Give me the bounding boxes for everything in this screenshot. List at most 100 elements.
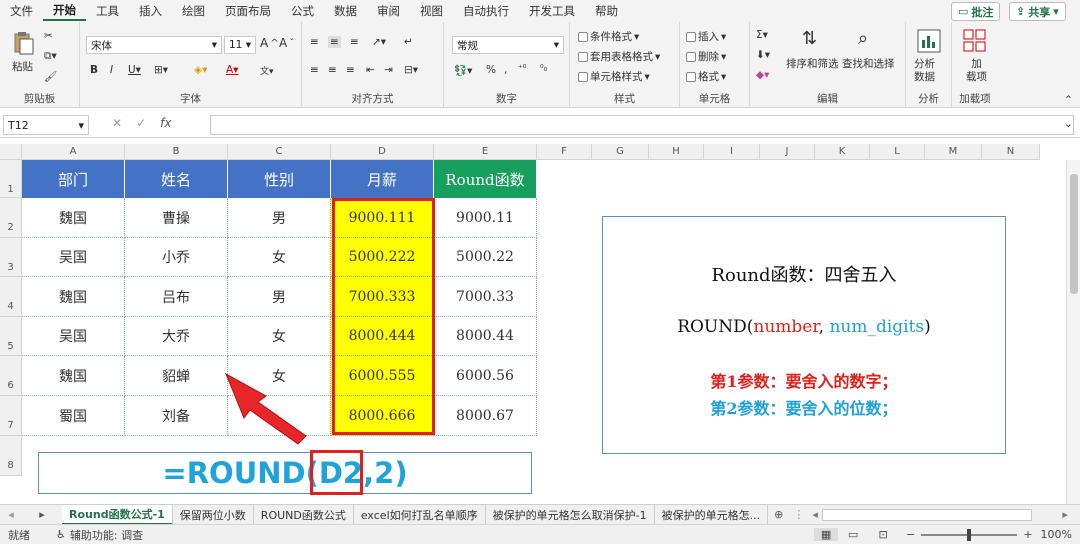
row-header-5[interactable]: 5	[0, 317, 22, 356]
menu-file[interactable]: 文件	[0, 3, 43, 19]
tab-round-formula-1[interactable]: Round函数公式-1	[62, 504, 173, 525]
comment-button[interactable]: ▭ 批注	[951, 2, 1001, 21]
table-cell[interactable]: 吴国	[22, 238, 125, 277]
row-header-8[interactable]: 8	[0, 436, 22, 476]
column-header-a[interactable]: A	[22, 144, 125, 160]
align-right-icon[interactable]: ≡	[346, 64, 355, 76]
table-cell[interactable]: 9000.11	[434, 198, 537, 238]
tab-scroll-left-icon[interactable]: ◂	[0, 508, 22, 521]
table-cell[interactable]: 魏国	[22, 356, 125, 396]
indent-increase-icon[interactable]: ⇥	[384, 64, 393, 76]
table-cell[interactable]: 6000.56	[434, 356, 537, 396]
tab-shuffle-list[interactable]: excel如何打乱名单顺序	[354, 504, 486, 525]
italic-icon[interactable]: I	[110, 64, 113, 76]
find-select-button[interactable]: 查找和选择	[842, 56, 895, 71]
clear-icon[interactable]: ◆▾	[756, 69, 769, 81]
table-cell[interactable]: 5000.22	[434, 238, 537, 277]
insert-function-icon[interactable]: fx	[160, 116, 171, 130]
percent-icon[interactable]: %	[486, 64, 496, 76]
table-cell[interactable]: 魏国	[22, 198, 125, 238]
table-cell[interactable]: 吴国	[22, 317, 125, 356]
format-cells-button[interactable]: 格式 ▾	[686, 69, 726, 84]
table-cell[interactable]: 貂蝉	[125, 356, 228, 396]
underline-icon[interactable]: U▾	[128, 64, 141, 76]
row-header-1[interactable]: 1	[0, 160, 22, 198]
align-bottom-icon[interactable]: ≡	[350, 36, 359, 48]
font-color-icon[interactable]: A▾	[226, 64, 238, 76]
increase-decimal-icon[interactable]: ⁺⁰	[518, 64, 526, 74]
vertical-scrollbar-thumb[interactable]	[1070, 174, 1078, 294]
share-button[interactable]: ⇪ 共享 ▾	[1009, 2, 1066, 21]
menu-data[interactable]: 数据	[324, 3, 367, 19]
menu-view[interactable]: 视图	[410, 3, 453, 19]
table-cell[interactable]: 女	[228, 317, 331, 356]
table-cell[interactable]: 女	[228, 238, 331, 277]
column-header-n[interactable]: N	[982, 144, 1040, 160]
phonetic-icon[interactable]: 文▾	[260, 64, 274, 77]
copy-icon[interactable]: ⧉▾	[44, 50, 57, 63]
align-left-icon[interactable]: ≡	[310, 64, 319, 76]
column-header-d[interactable]: D	[331, 144, 434, 160]
font-shrink-icon[interactable]: Aˇ	[279, 36, 294, 50]
zoom-in-icon[interactable]: +	[1023, 528, 1032, 541]
table-cell[interactable]: 蜀国	[22, 396, 125, 436]
format-as-table-button[interactable]: 套用表格格式 ▾	[578, 49, 660, 64]
column-header-c[interactable]: C	[228, 144, 331, 160]
border-icon[interactable]: ⊞▾	[154, 64, 168, 76]
insert-cells-button[interactable]: 插入 ▾	[686, 29, 726, 44]
autosum-icon[interactable]: Σ▾	[756, 29, 768, 41]
column-header-i[interactable]: I	[704, 144, 760, 160]
table-cell[interactable]: 吕布	[125, 277, 228, 317]
wrap-text-icon[interactable]: ↵	[404, 36, 413, 48]
menu-home[interactable]: 开始	[43, 2, 86, 21]
conditional-format-button[interactable]: 条件格式 ▾	[578, 29, 639, 44]
paste-button[interactable]: 粘贴	[12, 59, 33, 74]
zoom-out-icon[interactable]: −	[906, 528, 915, 541]
align-center-icon[interactable]: ≡	[328, 64, 337, 76]
sort-filter-button[interactable]: 排序和筛选	[786, 56, 839, 71]
analyze-data-button[interactable]: 分析 数据	[914, 58, 935, 84]
table-cell[interactable]: 男	[228, 277, 331, 317]
bold-icon[interactable]: B	[90, 64, 98, 76]
row-header-2[interactable]: 2	[0, 198, 22, 238]
align-top-icon[interactable]: ≡	[310, 36, 319, 48]
merge-icon[interactable]: ⊟▾	[404, 64, 418, 76]
column-header-e[interactable]: E	[434, 144, 537, 160]
normal-view-icon[interactable]: ▦	[814, 528, 839, 541]
horizontal-scrollbar[interactable]	[822, 508, 1033, 521]
confirm-icon[interactable]: ✓	[136, 116, 146, 130]
zoom-slider-thumb[interactable]	[967, 528, 972, 541]
table-cell[interactable]: 刘备	[125, 396, 228, 436]
expand-formula-icon[interactable]: ⌄	[1064, 118, 1073, 130]
addins-icon[interactable]	[962, 28, 988, 54]
analyze-data-icon[interactable]	[916, 28, 942, 54]
table-header-cell[interactable]: Round函数	[434, 160, 537, 198]
table-cell[interactable]: 8000.44	[434, 317, 537, 356]
table-header-cell[interactable]: 部门	[22, 160, 125, 198]
menu-page-layout[interactable]: 页面布局	[215, 3, 281, 19]
fill-icon[interactable]: ⬇▾	[756, 49, 770, 61]
table-header-cell[interactable]: 月薪	[331, 160, 434, 198]
tab-options-icon[interactable]: ⋮	[789, 508, 808, 521]
cut-icon[interactable]: ✂	[44, 30, 53, 42]
tab-keep-two-decimals[interactable]: 保留两位小数	[173, 504, 254, 525]
column-header-g[interactable]: G	[592, 144, 649, 160]
column-header-m[interactable]: M	[925, 144, 982, 160]
delete-cells-button[interactable]: 删除 ▾	[686, 49, 726, 64]
menu-draw[interactable]: 绘图	[172, 3, 215, 19]
indent-decrease-icon[interactable]: ⇤	[366, 64, 375, 76]
font-name-select[interactable]: 宋体 ▾	[86, 36, 222, 54]
column-header-l[interactable]: L	[870, 144, 925, 160]
tab-unprotect-cells-1[interactable]: 被保护的单元格怎么取消保护-1	[486, 504, 655, 525]
table-header-cell[interactable]: 姓名	[125, 160, 228, 198]
hscroll-left-icon[interactable]: ◂	[812, 508, 822, 521]
orientation-icon[interactable]: ↗▾	[372, 36, 386, 48]
tab-scroll-right-icon[interactable]: ▸	[22, 508, 62, 521]
vertical-scrollbar[interactable]	[1066, 160, 1080, 504]
column-header-k[interactable]: K	[815, 144, 870, 160]
currency-icon[interactable]: 💱▾	[454, 64, 472, 77]
row-header-4[interactable]: 4	[0, 277, 22, 317]
menu-insert[interactable]: 插入	[129, 3, 172, 19]
name-box[interactable]: T12 ▾	[3, 115, 89, 135]
table-cell[interactable]: 魏国	[22, 277, 125, 317]
